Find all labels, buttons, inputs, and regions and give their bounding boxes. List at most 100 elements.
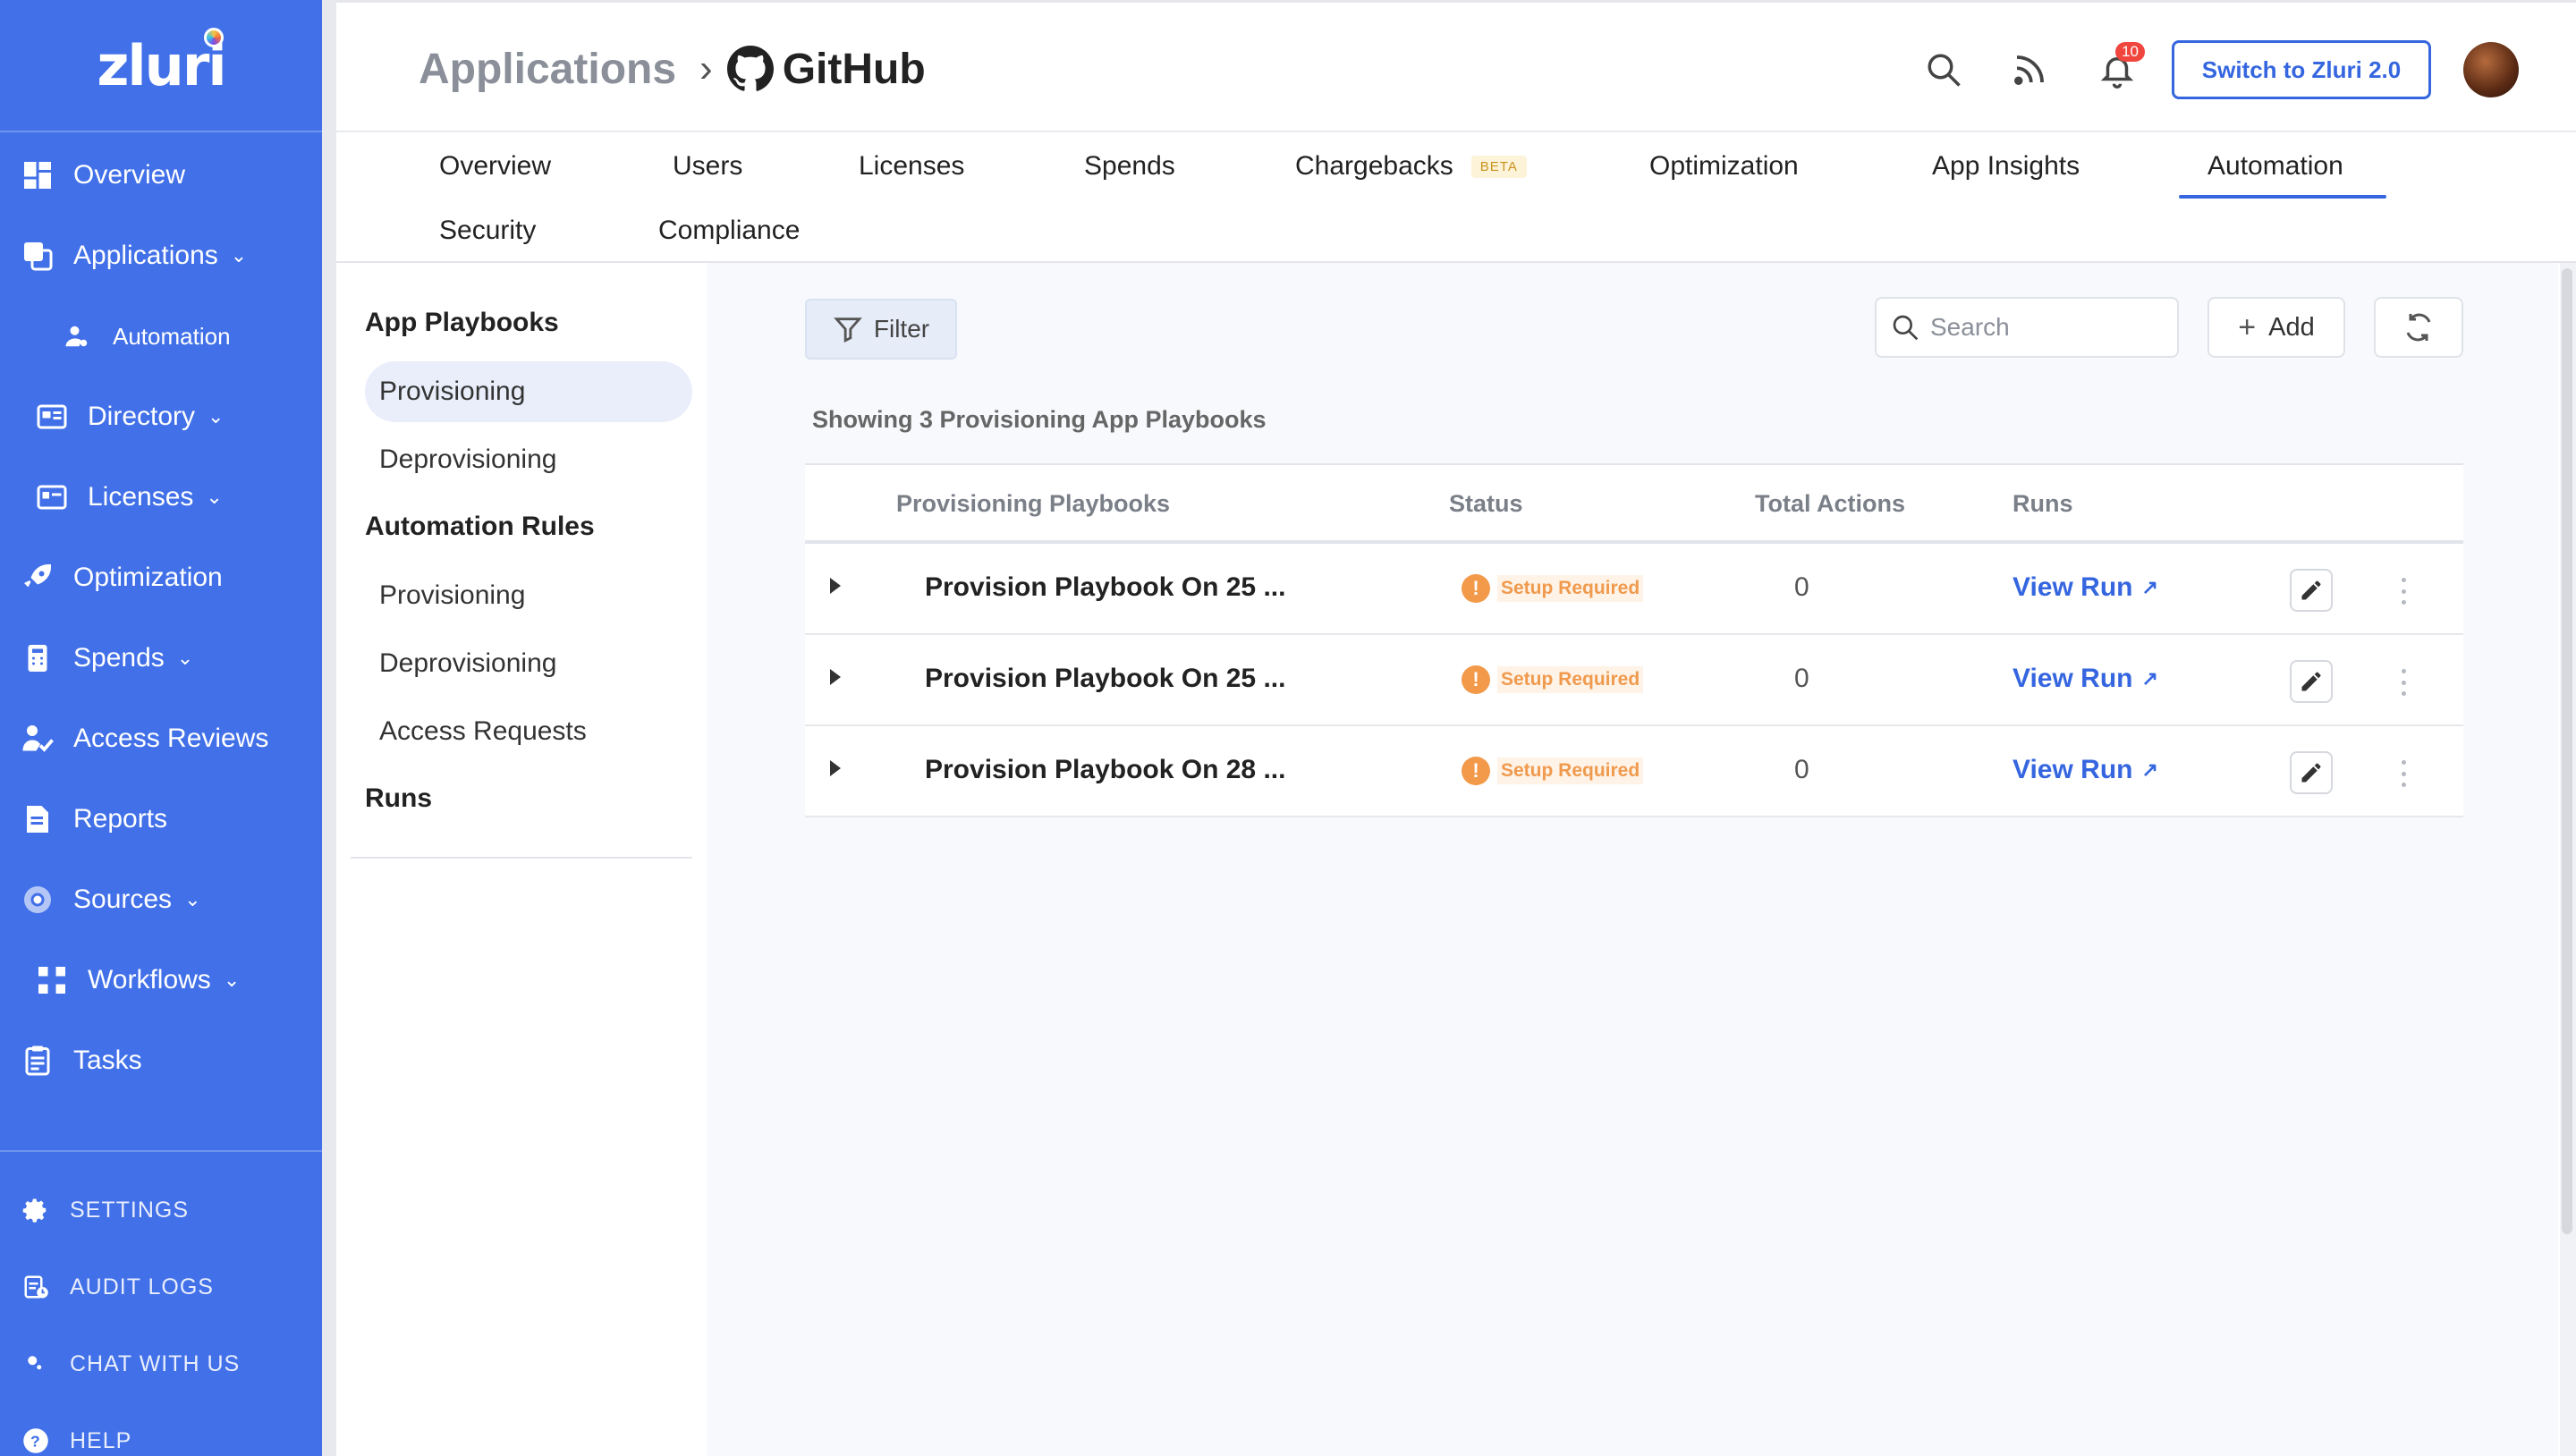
search-field[interactable] [1875,297,2179,358]
subnav-item-runs[interactable]: Runs [365,783,432,814]
status-badge: ! Setup Required [1462,665,1644,694]
table-row[interactable]: Provision Playbook On 25 ... ! Setup Req… [805,635,2463,726]
breadcrumb-parent-link[interactable]: Applications [419,45,676,94]
more-options-icon[interactable] [2399,669,2408,696]
sidebar-item-access-reviews[interactable]: Access Reviews [0,703,322,775]
automation-subnav: App Playbooks Provisioning Deprovisionin… [336,263,707,1456]
view-run-link[interactable]: View Run ↗ [2012,755,2158,785]
sidebar-scrollbar[interactable] [322,0,336,1456]
edit-playbook-button[interactable] [2290,751,2333,794]
tab-licenses[interactable]: Licenses [859,148,964,184]
search-input[interactable] [1930,313,2172,342]
add-playbook-button[interactable]: + Add [2207,297,2345,358]
chat-icon [20,1348,52,1380]
sidebar-item-optimization[interactable]: Optimization [0,542,322,614]
sidebar-item-label: Overview [73,160,186,190]
workflow-icon [34,962,70,998]
user-avatar[interactable] [2463,42,2519,97]
automation-rules-heading: Automation Rules [365,512,595,541]
pencil-icon [2301,763,2321,783]
sidebar-item-spends[interactable]: Spends ⌄ [0,622,322,694]
sidebar-item-label: Tasks [73,1045,142,1075]
sidebar-item-label: Access Reviews [73,724,269,753]
more-options-icon[interactable] [2399,760,2408,787]
subnav-divider [351,857,692,859]
beta-badge: BETA [1470,155,1527,178]
rss-feed-icon[interactable] [2009,49,2050,90]
subnav-item-playbook-provisioning[interactable]: Provisioning [365,361,692,422]
table-row[interactable]: Provision Playbook On 25 ... ! Setup Req… [805,544,2463,635]
external-arrow-icon: ↗ [2141,758,2158,781]
subnav-item-rule-deprovisioning[interactable]: Deprovisioning [365,633,692,694]
sidebar: zluri Overview Applications ⌄ Automation… [0,0,322,1456]
subnav-item-access-requests[interactable]: Access Requests [365,701,692,762]
sidebar-item-reports[interactable]: Reports [0,783,322,855]
page-title: GitHub [782,45,926,93]
filter-button[interactable]: Filter [805,299,957,360]
sidebar-item-sources[interactable]: Sources ⌄ [0,864,322,935]
playbooks-content: Filter + Add Showing 3 Provisioning App … [707,263,2558,1456]
sidebar-item-directory[interactable]: Directory ⌄ [0,381,322,453]
logo-area: zluri [0,0,322,132]
search-icon [1893,315,1919,341]
sidebar-footer-label: AUDIT LOGS [70,1274,214,1299]
tab-chargebacks-label: Chargebacks [1295,151,1453,181]
subnav-item-playbook-deprovisioning[interactable]: Deprovisioning [365,429,692,490]
playbook-name[interactable]: Provision Playbook On 25 ... [925,572,1285,603]
spends-icon [20,640,55,676]
rocket-icon [20,560,55,596]
more-options-icon[interactable] [2399,578,2408,605]
sidebar-audit-logs[interactable]: AUDIT LOGS [0,1256,322,1318]
tab-users[interactable]: Users [673,148,742,184]
column-header-runs[interactable]: Runs [2012,490,2073,518]
sidebar-item-tasks[interactable]: Tasks [0,1025,322,1096]
total-actions-value: 0 [1794,664,1809,693]
sidebar-item-automation[interactable]: Automation [0,301,322,372]
notification-bell-icon[interactable]: 10 [2097,42,2145,90]
switch-to-zluri-2-button[interactable]: Switch to Zluri 2.0 [2172,40,2431,99]
subnav-item-rule-provisioning[interactable]: Provisioning [365,565,692,626]
tab-compliance[interactable]: Compliance [658,213,800,249]
playbook-name[interactable]: Provision Playbook On 25 ... [925,664,1285,694]
tab-automation[interactable]: Automation [2207,148,2343,184]
pencil-icon [2301,580,2321,600]
filter-label: Filter [873,315,930,343]
search-icon[interactable] [1923,49,1964,90]
sidebar-item-label: Licenses [88,482,194,512]
tab-chargebacks[interactable]: Chargebacks BETA [1295,148,1527,184]
app-tabs: Overview Users Licenses Spends Chargebac… [336,132,2576,263]
column-header-playbooks[interactable]: Provisioning Playbooks [896,490,1170,518]
tab-security[interactable]: Security [439,213,536,249]
view-run-link[interactable]: View Run ↗ [2012,664,2158,694]
sidebar-chat-with-us[interactable]: CHAT WITH US [0,1333,322,1395]
sidebar-item-applications[interactable]: Applications ⌄ [0,220,322,292]
zluri-logo[interactable]: zluri [97,27,227,98]
refresh-button[interactable] [2374,297,2463,358]
main-scrollbar-thumb[interactable] [2562,268,2572,1234]
sidebar-item-licenses[interactable]: Licenses ⌄ [0,461,322,533]
expand-row-caret-icon[interactable] [830,760,841,776]
top-header: Applications › GitHub 10 Switch to Zluri… [336,0,2576,132]
edit-playbook-button[interactable] [2290,569,2333,612]
sidebar-item-overview[interactable]: Overview [0,140,322,211]
sidebar-help[interactable]: ? HELP [0,1409,322,1456]
user-gear-icon [59,318,95,354]
column-header-total-actions[interactable]: Total Actions [1755,490,1905,518]
expand-row-caret-icon[interactable] [830,669,841,685]
sidebar-item-workflows[interactable]: Workflows ⌄ [0,944,322,1016]
tab-overview[interactable]: Overview [439,148,551,184]
clipboard-icon [20,1043,55,1079]
playbook-name[interactable]: Provision Playbook On 28 ... [925,755,1285,785]
chevron-down-icon: ⌄ [184,888,201,910]
tab-app-insights[interactable]: App Insights [1932,148,2080,184]
view-run-link[interactable]: View Run ↗ [2012,572,2158,603]
sidebar-settings[interactable]: SETTINGS [0,1179,322,1241]
edit-playbook-button[interactable] [2290,660,2333,703]
expand-row-caret-icon[interactable] [830,578,841,594]
directory-icon [34,399,70,435]
view-run-label: View Run [2012,664,2133,693]
tab-spends[interactable]: Spends [1084,148,1175,184]
table-row[interactable]: Provision Playbook On 28 ... ! Setup Req… [805,726,2463,817]
column-header-status[interactable]: Status [1449,490,1523,518]
tab-optimization[interactable]: Optimization [1649,148,1799,184]
